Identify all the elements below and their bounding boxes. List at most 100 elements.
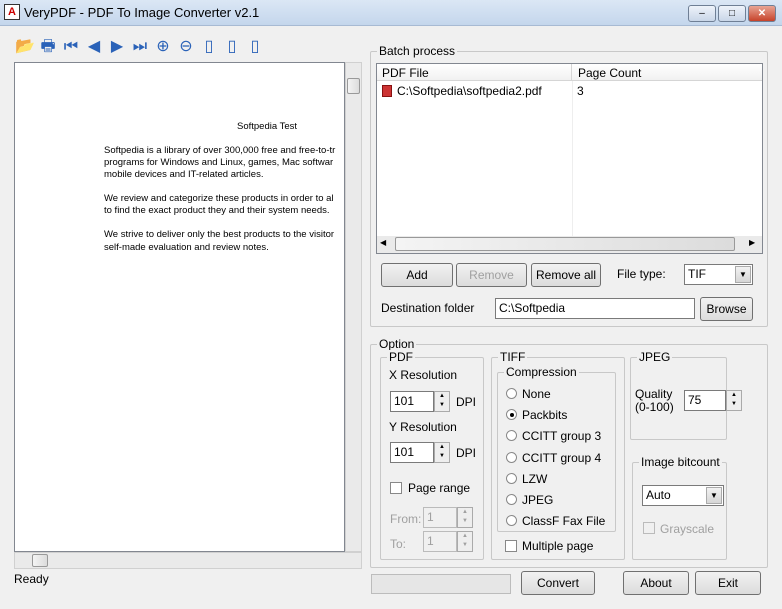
- x-resolution-input[interactable]: 101: [390, 391, 434, 412]
- bitcount-value: Auto: [646, 488, 671, 502]
- jpeg-quality-input[interactable]: 75: [684, 390, 726, 411]
- to-label: To:: [390, 537, 407, 551]
- file-path: C:\Softpedia\softpedia2.pdf: [397, 84, 542, 98]
- page-range-checkbox[interactable]: [390, 482, 402, 494]
- multiple-page-checkbox[interactable]: [505, 540, 517, 552]
- minimize-button[interactable]: ‒: [688, 5, 716, 22]
- exit-button[interactable]: Exit: [695, 571, 761, 595]
- table-row[interactable]: C:\Softpedia\softpedia2.pdf 3: [377, 82, 762, 100]
- compression-option-label: CCITT group 3: [522, 429, 602, 444]
- x-resolution-spinner[interactable]: ▲ ▼: [434, 391, 450, 412]
- column-header-pdf-file[interactable]: PDF File: [377, 64, 572, 81]
- y-resolution-input[interactable]: 101: [390, 442, 434, 463]
- maximize-button[interactable]: □: [718, 5, 746, 22]
- y-resolution-spinner[interactable]: ▲ ▼: [434, 442, 450, 463]
- destination-folder-label: Destination folder: [381, 301, 475, 315]
- grayscale-checkbox[interactable]: [643, 522, 655, 534]
- file-type-value: TIF: [688, 267, 706, 281]
- group-label: Image bitcount: [639, 455, 722, 469]
- quality-label: Quality: [635, 387, 673, 401]
- pdf-file-icon: [382, 85, 392, 97]
- zoom-out-icon[interactable]: ⊖: [175, 36, 197, 58]
- fit-page-icon[interactable]: ▯: [221, 36, 243, 58]
- preview-line: We strive to deliver only the best produ…: [104, 229, 335, 240]
- group-label: Batch process: [377, 44, 458, 58]
- file-list[interactable]: PDF File Page Count C:\Softpedia\softped…: [376, 63, 763, 254]
- preview-line: to find the exact product they and their…: [104, 205, 330, 216]
- image-bitcount-group: Image bitcount: [632, 455, 727, 560]
- preview-line: self-made evaluation and review notes.: [104, 242, 269, 253]
- preview-heading: Softpedia Test: [237, 121, 298, 132]
- list-horizontal-scrollbar[interactable]: ◀ ▶: [377, 236, 762, 253]
- group-label: TIFF: [498, 350, 528, 364]
- pdf-preview: Softpedia Test Softpedia is a library of…: [14, 62, 345, 552]
- preview-line: mobile devices and IT-related articles.: [104, 169, 264, 180]
- file-type-select[interactable]: TIF ▼: [684, 264, 753, 285]
- zoom-in-icon[interactable]: ⊕: [152, 36, 174, 58]
- column-header-page-count[interactable]: Page Count: [573, 64, 762, 81]
- page-icon[interactable]: ▯: [198, 36, 220, 58]
- preview-line: programs for Windows and Linux, games, M…: [104, 157, 334, 168]
- app-icon: A: [4, 4, 20, 20]
- from-spinner[interactable]: ▲ ▼: [457, 507, 473, 528]
- group-label: Option: [377, 337, 417, 351]
- page-count: 3: [577, 84, 584, 98]
- last-page-icon[interactable]: ⏭: [129, 36, 151, 58]
- first-page-icon[interactable]: ⏮: [60, 36, 82, 58]
- compression-option-label: CCITT group 4: [522, 450, 602, 465]
- from-input[interactable]: 1: [423, 507, 457, 528]
- add-button[interactable]: Add: [381, 263, 453, 287]
- bitcount-select[interactable]: Auto ▼: [642, 485, 724, 506]
- open-icon[interactable]: 📂: [14, 36, 36, 58]
- scroll-thumb[interactable]: [395, 237, 735, 251]
- grayscale-label: Grayscale: [660, 522, 715, 536]
- progress-bar: [371, 574, 511, 594]
- preview-line: We review and categorize these products …: [104, 193, 334, 204]
- dpi-label: DPI: [456, 395, 477, 409]
- about-button[interactable]: About: [623, 571, 689, 595]
- scroll-thumb[interactable]: [32, 554, 48, 567]
- list-header: PDF File Page Count: [377, 64, 762, 81]
- compression-radio[interactable]: [506, 494, 517, 505]
- x-resolution-label: X Resolution: [389, 368, 458, 382]
- title-bar: A VeryPDF - PDF To Image Converter v2.1 …: [0, 0, 782, 26]
- file-type-label: File type:: [617, 267, 666, 281]
- compression-option-label: LZW: [522, 471, 548, 486]
- chevron-down-icon: ▼: [735, 266, 751, 283]
- browse-button[interactable]: Browse: [700, 297, 753, 321]
- scroll-thumb[interactable]: [347, 78, 360, 94]
- window-title: VeryPDF - PDF To Image Converter v2.1: [24, 5, 260, 20]
- preview-horizontal-scrollbar[interactable]: [14, 552, 362, 569]
- group-label: Compression: [504, 365, 579, 379]
- scroll-right-icon[interactable]: ▶: [749, 238, 755, 247]
- group-label: PDF: [387, 350, 415, 364]
- to-input[interactable]: 1: [423, 531, 457, 552]
- page-range-label: Page range: [408, 481, 471, 495]
- compression-option-label: None: [522, 387, 551, 401]
- scroll-left-icon[interactable]: ◀: [380, 238, 386, 247]
- convert-button[interactable]: Convert: [521, 571, 595, 595]
- dpi-label: DPI: [456, 446, 477, 460]
- fit-width-icon[interactable]: ▯: [244, 36, 266, 58]
- remove-button[interactable]: Remove: [456, 263, 527, 287]
- y-resolution-label: Y Resolution: [389, 420, 457, 434]
- prev-page-icon[interactable]: ◀: [83, 36, 105, 58]
- next-page-icon[interactable]: ▶: [106, 36, 128, 58]
- compression-radio[interactable]: [506, 472, 517, 484]
- preview-line: Softpedia is a library of over 300,000 f…: [104, 145, 336, 156]
- status-text: Ready: [14, 572, 49, 586]
- compression-option-label: ClassF Fax File: [522, 514, 606, 529]
- print-icon[interactable]: 🖶: [37, 36, 59, 58]
- chevron-down-icon: ▼: [706, 487, 722, 504]
- destination-folder-input[interactable]: C:\Softpedia: [495, 298, 695, 319]
- jpeg-quality-spinner[interactable]: ▲ ▼: [726, 390, 742, 411]
- compression-radio[interactable]: [506, 388, 517, 399]
- preview-vertical-scrollbar[interactable]: [345, 62, 362, 552]
- to-spinner[interactable]: ▲ ▼: [457, 531, 473, 552]
- remove-all-button[interactable]: Remove all: [531, 263, 601, 287]
- quality-range-label: (0-100): [635, 400, 674, 414]
- close-button[interactable]: ✕: [748, 5, 776, 22]
- group-label: JPEG: [637, 350, 673, 364]
- compression-radio[interactable]: [506, 451, 517, 463]
- compression-option-label: Packbits: [522, 408, 568, 423]
